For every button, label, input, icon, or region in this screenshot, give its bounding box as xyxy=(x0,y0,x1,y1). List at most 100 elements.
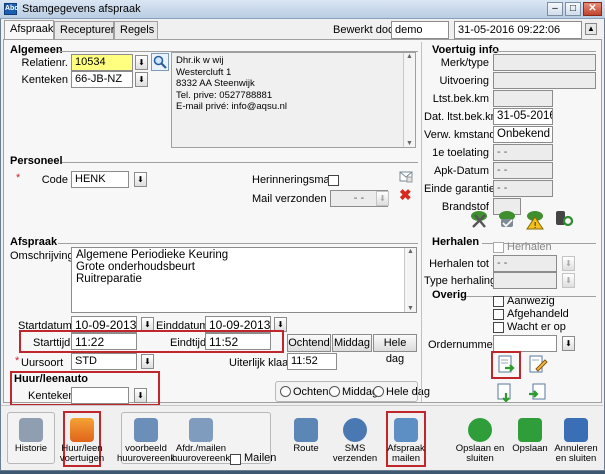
check-vehicle-icon[interactable] xyxy=(496,208,518,230)
eerste-toelating-field: - - xyxy=(493,144,553,161)
key-icon[interactable] xyxy=(553,208,575,230)
type-herhaling-dropdown[interactable]: ⬇ xyxy=(562,273,575,288)
omschrijving-line: Ruitreparatie xyxy=(76,273,142,285)
close-button[interactable]: ✕ xyxy=(583,2,602,16)
maximize-button[interactable]: □ xyxy=(565,2,581,16)
huurauto-kenteken-dropdown[interactable]: ⬇ xyxy=(134,388,147,403)
middag-button[interactable]: Middag xyxy=(332,334,372,352)
relatienr-input[interactable]: 10534 xyxy=(71,54,133,71)
required-marker: * xyxy=(15,355,20,367)
omschrijving-line: Grote onderhoudsbeurt xyxy=(76,261,195,273)
tab-recepturen[interactable]: Recepturen xyxy=(54,21,117,39)
address-scrollbar[interactable]: ▲ ▼ xyxy=(403,53,415,147)
address-line: Westercluft 1 xyxy=(176,66,232,78)
ordernummer-dropdown[interactable]: ⬇ xyxy=(562,336,575,351)
relatienr-dropdown[interactable]: ⬇ xyxy=(135,55,148,70)
afspraak-mailen-label-2: mailen xyxy=(392,453,420,464)
uursoort-input[interactable]: STD xyxy=(71,353,137,370)
algemeen-title: Algemeen xyxy=(10,44,63,56)
herinneringsmail-checkbox[interactable] xyxy=(328,175,339,186)
ochtend-radio[interactable] xyxy=(280,386,291,397)
uursoort-dropdown[interactable]: ⬇ xyxy=(141,354,154,369)
edit-order-icon[interactable] xyxy=(528,354,548,374)
overig-title: Overig xyxy=(432,289,467,301)
ltst-bek-km-field xyxy=(493,90,553,107)
mailen-checkbox[interactable] xyxy=(230,454,241,465)
app-icon: Abc xyxy=(4,3,18,15)
uursoort-label: Uursoort xyxy=(21,357,64,369)
herhalen-tot-dropdown[interactable]: ⬇ xyxy=(562,256,575,271)
afspraak-title: Afspraak xyxy=(10,236,58,248)
search-icon[interactable] xyxy=(151,53,169,71)
kenteken-dropdown[interactable]: ⬇ xyxy=(135,72,148,87)
personeel-title: Personeel xyxy=(10,155,63,167)
middag-radio[interactable] xyxy=(329,386,340,397)
delete-icon[interactable]: ✖ xyxy=(399,188,413,203)
herhalen-checkbox[interactable] xyxy=(493,242,504,253)
afspraak-mailen-button[interactable]: Afspraak mailen xyxy=(377,414,435,474)
starttijd-input[interactable]: 11:22 xyxy=(71,333,137,350)
voorbeeld-label-2: huurovereenk. xyxy=(117,453,178,464)
uitvoering-field xyxy=(493,72,596,89)
dat-ltst-bek-km-field: 31-05-2016 xyxy=(493,108,553,125)
sms-verzenden-button[interactable]: SMS verzenden xyxy=(326,414,384,474)
code-dropdown[interactable]: ⬇ xyxy=(134,172,147,187)
eerste-toelating-label: 1e toelating xyxy=(432,147,489,159)
huurauto-kenteken-label: Kenteken xyxy=(28,390,75,402)
hele-dag-radio[interactable] xyxy=(373,386,384,397)
historie-icon xyxy=(19,418,43,442)
import-order-icon[interactable] xyxy=(496,382,516,403)
export-order-icon[interactable] xyxy=(528,382,548,402)
mailen-label: Mailen xyxy=(244,452,277,464)
type-herhaling-field xyxy=(493,272,557,289)
annuleren-en-sluiten-button[interactable]: Annuleren en sluiten xyxy=(547,414,605,474)
address-line: Tel. prive: 0527788881 xyxy=(176,89,273,101)
tab-afspraak[interactable]: Afspraak xyxy=(4,20,54,39)
wacht-er-op-checkbox[interactable] xyxy=(493,322,504,333)
opslaan-label: Opslaan xyxy=(512,443,548,454)
address-box: Dhr.ik w wij Westercluft 1 8332 AA Steen… xyxy=(171,52,416,148)
mail-icon[interactable] xyxy=(399,171,413,183)
tools-icon[interactable] xyxy=(468,208,490,230)
hele-dag-button[interactable]: Hele dag xyxy=(373,334,417,365)
historie-button[interactable]: Historie xyxy=(2,414,60,474)
einde-garantie-label: Einde garantie xyxy=(424,183,495,195)
huurauto-title: Huur/leenauto xyxy=(14,373,88,385)
ordernummer-label: Ordernummer xyxy=(428,339,497,351)
dat-ltst-bek-km-label: Dat. ltst.bek.km xyxy=(424,111,500,123)
mail-verzonden-label: Mail verzonden xyxy=(252,193,327,205)
header-scroll-arrow[interactable]: ▲ xyxy=(585,23,597,35)
eindtijd-input[interactable]: 11:52 xyxy=(205,333,271,350)
voertuig-title: Voertuig info xyxy=(432,44,500,56)
voorbeeld-huurovereenk-button[interactable]: voorbeeld huurovereenk. xyxy=(117,414,178,474)
aanwezig-checkbox[interactable] xyxy=(493,296,504,307)
huur-leen-voertuigen-button[interactable]: Huur/leen voertuigen xyxy=(53,414,111,474)
ordernummer-input[interactable] xyxy=(493,335,557,352)
uiterlijk-klaar-input[interactable]: 11:52 xyxy=(287,353,337,370)
ochtend-button[interactable]: Ochtend xyxy=(287,334,331,352)
huurauto-kenteken-input[interactable] xyxy=(71,387,129,404)
kenteken-input[interactable]: 66-JB-NZ xyxy=(71,71,133,88)
ltst-bek-km-label: Ltst.bek.km xyxy=(432,93,489,105)
historie-label: Historie xyxy=(14,443,48,454)
warning-vehicle-icon[interactable]: ! xyxy=(524,208,546,230)
car-icon xyxy=(70,418,94,442)
type-herhaling-label: Type herhaling xyxy=(424,275,497,287)
tab-regels[interactable]: Regels xyxy=(114,21,158,39)
afdr-mailen-huurovereenk-button[interactable]: Afdr./mailen huurovereenk. xyxy=(172,414,233,474)
save-close-icon xyxy=(468,418,492,442)
omschrijving-textarea[interactable]: Algemene Periodieke Keuring Grote onderh… xyxy=(71,247,417,313)
verw-kmstand-field: Onbekend xyxy=(493,126,553,143)
minimize-button[interactable]: – xyxy=(547,2,563,16)
afgehandeld-checkbox[interactable] xyxy=(493,309,504,320)
merk-type-label: Merk/type xyxy=(440,57,489,69)
voertuig-divider xyxy=(492,51,596,52)
omschrijving-scrollbar[interactable]: ▲ ▼ xyxy=(404,248,416,312)
apk-datum-label: Apk-Datum xyxy=(433,165,489,177)
mail-verzonden-dropdown[interactable]: ⬇ xyxy=(376,191,389,206)
afspraak-divider xyxy=(58,243,418,244)
herhalen-title: Herhalen xyxy=(432,236,480,248)
code-input[interactable]: HENK xyxy=(71,171,129,188)
new-order-icon[interactable] xyxy=(496,355,516,375)
kenteken-label: Kenteken xyxy=(21,74,68,86)
